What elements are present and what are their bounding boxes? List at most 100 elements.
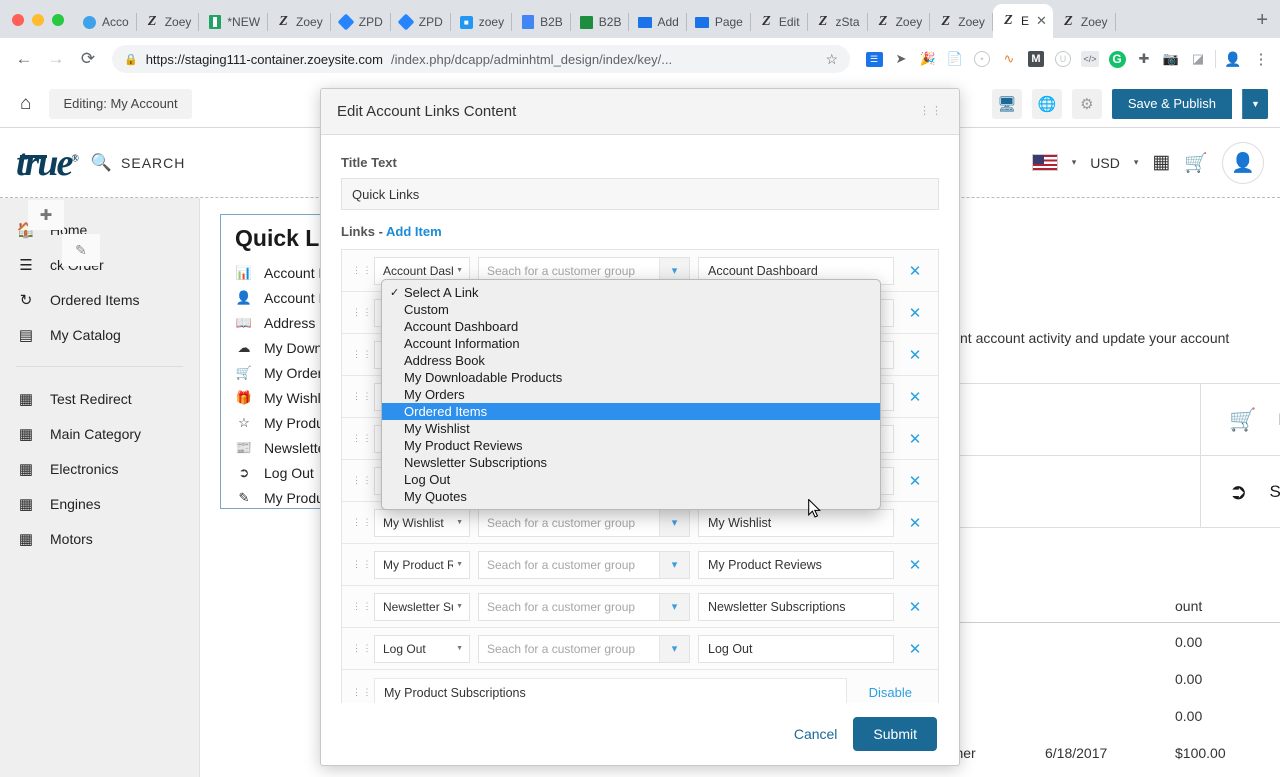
link-label-input[interactable]: My Product Reviews (698, 550, 894, 579)
code-extension-icon[interactable]: </> (1080, 49, 1100, 69)
cart-icon[interactable]: 🛒 (1184, 151, 1208, 175)
browser-tab[interactable]: Page (687, 6, 751, 38)
drag-handle-icon[interactable]: ⋮⋮ (352, 644, 372, 653)
u-extension-icon[interactable]: U (1053, 49, 1073, 69)
browser-tab[interactable]: B2B (512, 6, 571, 38)
confetti-extension-icon[interactable]: 🎉 (918, 49, 938, 69)
desktop-preview-icon[interactable]: 🖥 (991, 88, 1022, 119)
dropdown-option[interactable]: My Wishlist (382, 420, 880, 437)
browser-tab[interactable]: Acco (74, 6, 137, 38)
add-block-icon[interactable]: ✚ (28, 200, 64, 230)
dropdown-option[interactable]: Account Information (382, 335, 880, 352)
chart-extension-icon[interactable]: ◪ (1188, 49, 1208, 69)
browser-tab[interactable]: Z Zoey (930, 6, 993, 38)
dropdown-option[interactable]: My Quotes (382, 488, 880, 505)
remove-row-button[interactable]: ✕ (902, 556, 928, 574)
browser-tab[interactable]: ZPD (331, 6, 391, 38)
profile-extension-icon[interactable]: 👤 (1223, 49, 1243, 69)
grammarly-extension-icon[interactable]: G (1107, 49, 1127, 69)
country-flag-icon[interactable] (1031, 154, 1058, 171)
admin-home-icon[interactable]: ⌂ (12, 93, 39, 115)
drag-handle-icon[interactable]: ⋮⋮ (352, 602, 372, 611)
cancel-button[interactable]: Cancel (794, 726, 838, 742)
dropdown-option[interactable]: My Downloadable Products (382, 369, 880, 386)
customer-group-select[interactable]: Seach for a customer group ▾ (478, 550, 690, 579)
link-label-input[interactable]: My Wishlist (698, 508, 894, 537)
publish-dropdown-caret[interactable]: ▼ (1242, 88, 1268, 119)
new-tab-button[interactable]: + (1242, 9, 1280, 38)
sidebar-item-ordered-items[interactable]: ↻ Ordered Items (0, 282, 199, 317)
drag-handle-icon[interactable]: ⋮⋮ (352, 434, 372, 443)
drag-handle-icon[interactable]: ⋮⋮ (352, 266, 372, 275)
store-logo[interactable]: true® (16, 141, 79, 185)
forward-button[interactable]: → (42, 45, 70, 73)
account-tile-placeholder[interactable] (959, 383, 1201, 456)
link-type-dropdown-menu[interactable]: ✓ Select A Link Custom Account Dashboard Acc… (381, 279, 881, 510)
link-type-select[interactable]: Newsletter Subscriptions▼ (374, 592, 470, 621)
drag-handle-icon[interactable]: ⋮⋮ (352, 350, 372, 359)
remove-row-button[interactable]: ✕ (902, 598, 928, 616)
chrome-menu-button[interactable]: ⋮ (1250, 49, 1270, 69)
disable-button[interactable]: Disable (855, 685, 928, 700)
browser-tab[interactable]: Add (629, 6, 688, 38)
drag-handle-icon[interactable]: ⋮⋮ (352, 560, 372, 569)
storefront-search[interactable]: 🔍 SEARCH (91, 153, 186, 173)
country-chevron-down-icon[interactable]: ▾ (1072, 157, 1077, 168)
drag-handle-icon[interactable]: ⋮⋮ (352, 688, 372, 697)
remove-row-button[interactable]: ✕ (902, 430, 928, 448)
account-avatar-icon[interactable]: 👤 (1222, 141, 1264, 184)
customer-group-select[interactable]: Seach for a customer group ▾ (478, 508, 690, 537)
cursor-extension-icon[interactable]: ➤ (891, 49, 911, 69)
account-tile-placeholder[interactable] (959, 455, 1201, 528)
dropdown-option[interactable]: My Product Reviews (382, 437, 880, 454)
drag-handle-icon[interactable]: ⋮⋮ (352, 308, 372, 317)
browser-tab[interactable]: Z Zoey (268, 6, 331, 38)
currency-chevron-down-icon[interactable]: ▾ (1134, 157, 1139, 168)
maximize-window-button[interactable] (52, 14, 64, 26)
save-and-publish-button[interactable]: Save & Publish (1111, 88, 1232, 119)
chevron-down-icon[interactable]: ▾ (659, 551, 689, 578)
browser-tab[interactable]: Z Zoey (1053, 6, 1116, 38)
chevron-down-icon[interactable]: ▾ (659, 509, 689, 536)
reader-extension-icon[interactable]: ☰ (864, 49, 884, 69)
sidebar-item-my-catalog[interactable]: ▤ My Catalog (0, 317, 199, 352)
remove-row-button[interactable]: ✕ (902, 262, 928, 280)
subscription-label-input[interactable]: My Product Subscriptions (374, 677, 847, 703)
remove-row-button[interactable]: ✕ (902, 514, 928, 532)
drag-grip-icon[interactable]: ⋮⋮ (919, 106, 943, 117)
link-row[interactable]: ⋮⋮My Product Reviews▼ Seach for a custome… (342, 544, 938, 586)
modal-header[interactable]: Edit Account Links Content ⋮⋮ (321, 89, 959, 135)
dropdown-option[interactable]: Address Book (382, 352, 880, 369)
remove-row-button[interactable]: ✕ (902, 346, 928, 364)
remove-row-button[interactable]: ✕ (902, 304, 928, 322)
title-text-input[interactable]: Quick Links (341, 178, 939, 210)
apps-grid-icon[interactable]: ▦ (1152, 151, 1170, 174)
add-item-link[interactable]: Add Item (386, 224, 442, 239)
edit-account-links-modal[interactable]: Edit Account Links Content ⋮⋮ Title Text… (320, 88, 960, 766)
settings-gear-icon[interactable]: ⚙ (1071, 88, 1102, 119)
sidebar-category-engines[interactable]: ▦ Engines (0, 486, 199, 521)
account-tile-secure-log-out[interactable]: ➲ Secure Log Out (1200, 455, 1280, 528)
currency-label[interactable]: USD (1090, 155, 1120, 171)
account-tile-my-orders[interactable]: 🛒My Orders (1200, 383, 1280, 456)
remove-row-button[interactable]: ✕ (902, 640, 928, 658)
link-row[interactable]: ⋮⋮ Log Out ▼ Seach for a customer group ▾ Log… (342, 628, 938, 670)
dropdown-option[interactable]: ✓ Select A Link (382, 284, 880, 301)
editing-breadcrumb[interactable]: Editing: My Account (49, 88, 192, 119)
reload-button[interactable]: ⟳ (74, 45, 102, 73)
dropdown-option[interactable]: Custom (382, 301, 880, 318)
move-extension-icon[interactable]: ✚ (1134, 49, 1154, 69)
chevron-down-icon[interactable]: ▾ (659, 635, 689, 662)
remove-row-button[interactable]: ✕ (902, 472, 928, 490)
drag-handle-icon[interactable]: ⋮⋮ (352, 392, 372, 401)
link-type-select[interactable]: My Product Reviews▼ (374, 550, 470, 579)
circle-extension-icon[interactable]: • (972, 49, 992, 69)
link-label-input[interactable]: Newsletter Subscriptions (698, 592, 894, 621)
link-type-select[interactable]: My Wishlist ▼ (374, 508, 470, 537)
edit-pencil-icon[interactable]: ✎ (62, 234, 100, 266)
analytics-extension-icon[interactable]: ∿ (999, 49, 1019, 69)
link-row[interactable]: ⋮⋮Newsletter Subscriptions▼Seach for a c… (342, 586, 938, 628)
live-site-icon[interactable]: 🌐 (1031, 88, 1062, 119)
drag-handle-icon[interactable]: ⋮⋮ (352, 518, 372, 527)
sidebar-category-electronics[interactable]: ▦ Electronics (0, 451, 199, 486)
